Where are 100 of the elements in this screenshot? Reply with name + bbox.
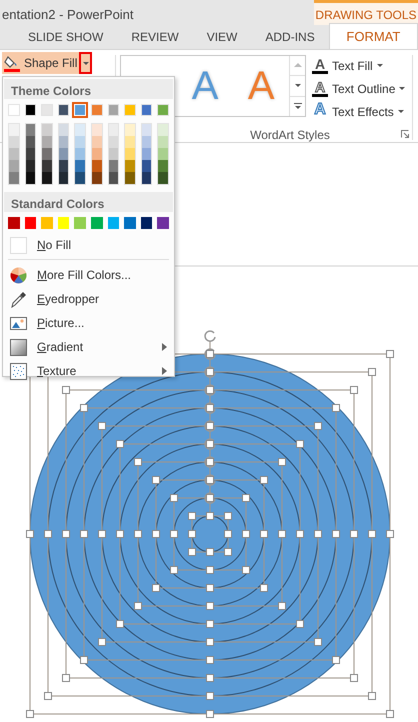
circle-shape[interactable]: [174, 498, 246, 570]
color-swatch[interactable]: [140, 104, 152, 116]
ribbon-tab[interactable]: REVIEW: [117, 25, 193, 49]
color-swatch[interactable]: [124, 104, 136, 116]
color-swatch[interactable]: [140, 217, 152, 229]
color-swatch[interactable]: [58, 160, 68, 172]
menu-item[interactable]: More Fill Colors...: [4, 263, 173, 287]
ribbon-tab[interactable]: FORMAT: [328, 23, 418, 49]
text-format-button[interactable]: A Text Fill: [310, 55, 408, 76]
circle-shape[interactable]: [156, 480, 264, 588]
color-swatch[interactable]: [108, 124, 118, 136]
color-swatch[interactable]: [108, 104, 120, 116]
color-swatch[interactable]: [92, 160, 102, 172]
color-swatch[interactable]: [157, 217, 169, 229]
selection-frame[interactable]: [170, 474, 250, 574]
ribbon-tab[interactable]: SLIDE SHOW: [14, 25, 118, 49]
color-swatch[interactable]: [158, 136, 168, 148]
color-swatch[interactable]: [58, 148, 68, 160]
color-swatch[interactable]: [158, 148, 168, 160]
color-swatch[interactable]: [90, 104, 103, 116]
color-swatch[interactable]: [158, 160, 168, 172]
menu-item[interactable]: Eyedropper: [4, 287, 173, 311]
color-swatch[interactable]: [9, 160, 19, 172]
selection-frame[interactable]: [152, 456, 268, 592]
color-swatch[interactable]: [75, 124, 85, 136]
color-swatch[interactable]: [157, 104, 169, 116]
palette-icon: [10, 266, 27, 284]
color-swatch[interactable]: [41, 217, 53, 229]
menu-item[interactable]: Gradient: [4, 335, 173, 359]
color-swatch[interactable]: [74, 217, 86, 229]
color-swatch[interactable]: [92, 172, 102, 184]
dialog-launcher-icon[interactable]: [401, 130, 409, 138]
selection-frame[interactable]: [116, 420, 304, 628]
selection-frame[interactable]: [188, 492, 232, 556]
color-swatch[interactable]: [9, 172, 19, 184]
color-swatch[interactable]: [158, 172, 168, 184]
color-swatch[interactable]: [26, 124, 36, 136]
text-format-button[interactable]: A Text Effects: [310, 101, 408, 122]
color-swatch[interactable]: [9, 136, 19, 148]
color-swatch[interactable]: [24, 217, 36, 229]
color-swatch[interactable]: [125, 136, 135, 148]
submenu-arrow-icon: [162, 367, 167, 375]
ribbon-tab[interactable]: ADD-INS: [251, 25, 329, 49]
color-swatch[interactable]: [9, 124, 19, 136]
menu-item[interactable]: Picture...: [4, 311, 173, 335]
color-swatch[interactable]: [75, 148, 85, 160]
color-swatch[interactable]: [92, 124, 102, 136]
color-swatch[interactable]: [58, 217, 70, 229]
color-swatch[interactable]: [58, 104, 70, 116]
color-swatch[interactable]: [92, 136, 102, 148]
color-swatch[interactable]: [108, 217, 120, 229]
color-swatch[interactable]: [42, 172, 52, 184]
color-swatch[interactable]: [42, 148, 52, 160]
color-swatch[interactable]: [58, 124, 68, 136]
color-swatch[interactable]: [125, 148, 135, 160]
circle-shape[interactable]: [120, 444, 300, 624]
color-swatch[interactable]: [92, 148, 102, 160]
color-swatch[interactable]: [142, 124, 152, 136]
color-swatch[interactable]: [8, 217, 20, 229]
color-swatch[interactable]: [108, 172, 118, 184]
down-arrow-icon: [294, 102, 302, 110]
circle-shape[interactable]: [138, 462, 282, 606]
color-swatch[interactable]: [26, 136, 36, 148]
selection-frame[interactable]: [134, 438, 286, 610]
color-swatch[interactable]: [41, 104, 53, 116]
color-swatch[interactable]: [125, 124, 135, 136]
color-swatch[interactable]: [75, 172, 85, 184]
menu-item[interactable]: Texture: [4, 359, 173, 383]
color-swatch[interactable]: [90, 217, 103, 229]
paint-bucket-icon: [4, 54, 22, 72]
color-swatch[interactable]: [125, 172, 135, 184]
color-swatch[interactable]: [26, 148, 36, 160]
color-swatch[interactable]: [108, 160, 118, 172]
ribbon-tab[interactable]: VIEW: [192, 25, 252, 49]
no-fill-item[interactable]: No Fill: [4, 234, 173, 256]
color-swatch[interactable]: [108, 148, 118, 160]
color-swatch[interactable]: [26, 160, 36, 172]
color-swatch[interactable]: [125, 160, 135, 172]
color-swatch[interactable]: [42, 160, 52, 172]
shape-fill-button[interactable]: Shape Fill: [2, 52, 80, 74]
color-swatch[interactable]: [142, 148, 152, 160]
color-swatch[interactable]: [158, 124, 168, 136]
text-format-button[interactable]: A Text Outline: [310, 78, 408, 99]
color-swatch[interactable]: [9, 148, 19, 160]
circle-shape[interactable]: [192, 516, 228, 552]
color-swatch[interactable]: [8, 104, 20, 116]
color-swatch[interactable]: [108, 136, 118, 148]
color-swatch[interactable]: [42, 124, 52, 136]
dropdown-button[interactable]: [79, 52, 92, 74]
color-swatch[interactable]: [58, 136, 68, 148]
color-swatch[interactable]: [142, 172, 152, 184]
color-swatch[interactable]: [42, 136, 52, 148]
color-swatch[interactable]: [58, 172, 68, 184]
color-swatch[interactable]: [142, 136, 152, 148]
color-swatch[interactable]: [26, 172, 36, 184]
color-swatch[interactable]: [75, 160, 85, 172]
color-swatch[interactable]: [24, 104, 36, 116]
color-swatch[interactable]: [124, 217, 136, 229]
color-swatch[interactable]: [142, 160, 152, 172]
color-swatch[interactable]: [75, 136, 85, 148]
